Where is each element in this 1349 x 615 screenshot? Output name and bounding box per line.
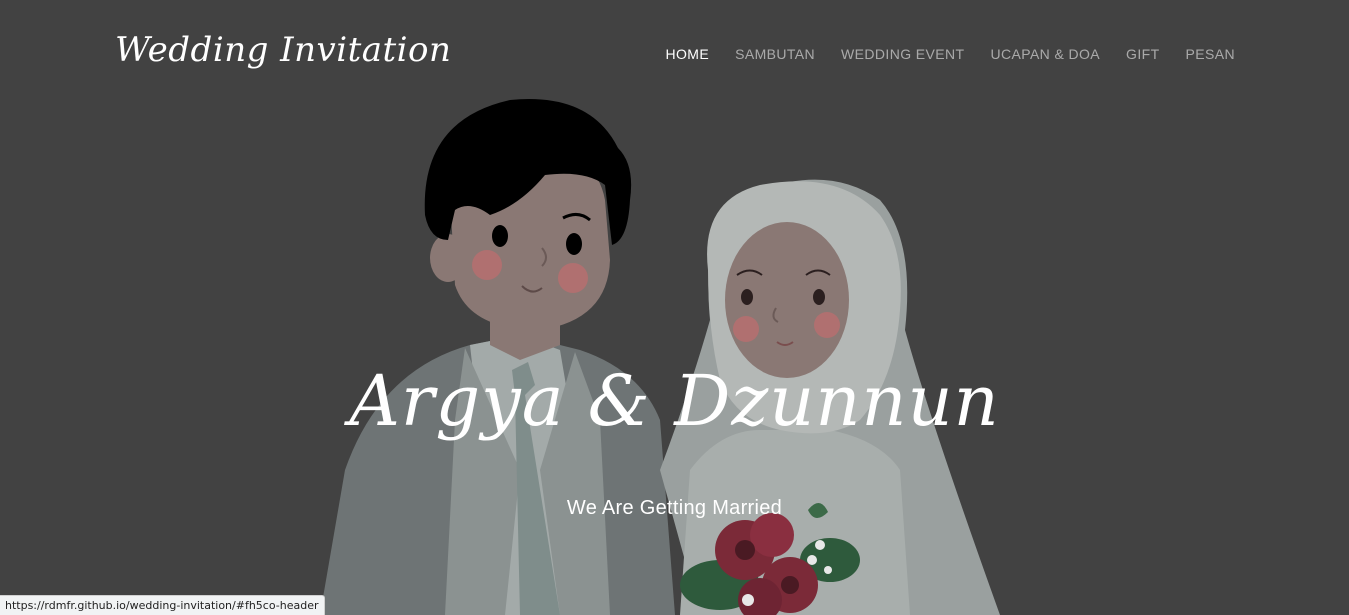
hero-section: Wedding Invitation HOME SAMBUTAN WEDDING…: [0, 0, 1349, 615]
nav-item-pesan[interactable]: PESAN: [1186, 46, 1235, 62]
bride-eye-right: [813, 289, 825, 305]
hero-tagline: We Are Getting Married: [566, 497, 783, 519]
main-nav: HOME SAMBUTAN WEDDING EVENT UCAPAN & DOA…: [665, 46, 1235, 62]
nav-item-gift[interactable]: GIFT: [1126, 46, 1159, 62]
groom-cheek-right: [558, 263, 588, 293]
bride-cheek-right: [814, 312, 840, 338]
bride-eye-left: [741, 289, 753, 305]
groom-eye-right: [566, 233, 582, 255]
nav-item-sambutan[interactable]: SAMBUTAN: [735, 46, 815, 62]
couple-illustration: [320, 99, 1000, 615]
browser-status-url: https://rdmfr.github.io/wedding-invitati…: [0, 595, 325, 615]
groom-eye-left: [492, 225, 508, 247]
nav-item-home[interactable]: HOME: [665, 46, 709, 62]
nav-item-wedding-event[interactable]: WEDDING EVENT: [841, 46, 964, 62]
brand-logo[interactable]: Wedding Invitation: [115, 30, 451, 70]
groom-cheek-left: [472, 250, 502, 280]
couple-names: Argya & Dzunnun: [349, 360, 1000, 442]
nav-item-ucapan-doa[interactable]: UCAPAN & DOA: [990, 46, 1100, 62]
bride-cheek-left: [733, 316, 759, 342]
